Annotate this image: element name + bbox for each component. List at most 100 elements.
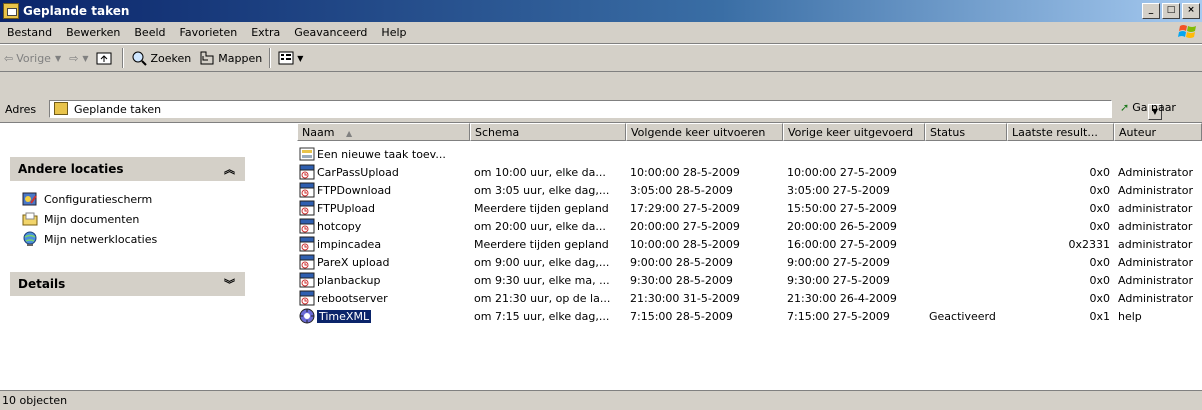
window-controls: _ □ × (1142, 3, 1200, 19)
column-auteur[interactable]: Auteur (1114, 123, 1202, 141)
scheduled-task-icon (299, 272, 315, 288)
control-panel-icon (22, 192, 37, 206)
scheduled-task-icon (299, 254, 315, 270)
menu-bestand[interactable]: Bestand (0, 26, 59, 39)
table-row[interactable]: impincadea Meerdere tijden gepland 10:00:0… (297, 235, 1202, 253)
task-name-cell[interactable]: PareX upload (297, 254, 470, 270)
collapse-chevron-icon[interactable]: ︽ (224, 161, 235, 177)
task-name-cell[interactable]: rebootserver (297, 290, 470, 306)
column-schema[interactable]: Schema (470, 123, 626, 141)
sort-ascending-icon: ▲ (345, 129, 353, 138)
menu-beeld[interactable]: Beeld (127, 26, 172, 39)
forward-button[interactable]: ⇨ ▼ (65, 47, 92, 69)
menu-bewerken[interactable]: Bewerken (59, 26, 127, 39)
table-row[interactable]: FTPDownload om 3:05 uur, elke dag,... 3:05… (297, 181, 1202, 199)
views-button[interactable]: ▼ (274, 47, 307, 69)
go-arrow-icon: ➚ (1120, 101, 1130, 114)
link-configuratiescherm[interactable]: Configuratiescherm (22, 189, 245, 209)
schedule-cell: om 10:00 uur, elke da... (474, 165, 606, 179)
task-name-cell[interactable]: impincadea (297, 236, 470, 252)
back-button[interactable]: ⇦ Vorige ▼ (0, 47, 65, 69)
result-cell: 0x0 (1089, 291, 1110, 305)
column-schema-label: Schema (475, 126, 520, 139)
column-vorige[interactable]: Vorige keer uitgevoerd (783, 123, 925, 141)
menu-geavanceerd[interactable]: Geavanceerd (287, 26, 374, 39)
details-header[interactable]: Details ︾ (10, 272, 245, 296)
column-status[interactable]: Status (925, 123, 1007, 141)
other-locations-title: Andere locaties (18, 162, 124, 176)
task-name-label: planbackup (317, 273, 381, 287)
column-status-label: Status (930, 126, 966, 139)
menu-favorieten[interactable]: Favorieten (173, 26, 245, 39)
next-run-cell: 9:00:00 28-5-2009 (630, 255, 733, 269)
column-result-label: Laatste result... (1012, 126, 1098, 139)
result-cell: 0x0 (1089, 255, 1110, 269)
task-name-cell[interactable]: planbackup (297, 272, 470, 288)
column-naam-label: Naam (302, 126, 335, 139)
task-name-cell[interactable]: CarPassUpload (297, 164, 470, 180)
link-configuratiescherm-label: Configuratiescherm (44, 192, 153, 206)
next-run-cell: 10:00:00 28-5-2009 (630, 237, 740, 251)
task-name-cell[interactable]: hotcopy (297, 218, 470, 234)
result-cell: 0x0 (1089, 273, 1110, 287)
task-name-cell[interactable]: FTPUpload (297, 200, 470, 216)
column-result[interactable]: Laatste result... (1007, 123, 1114, 141)
schedule-cell: om 21:30 uur, op de la... (474, 291, 611, 305)
table-row[interactable]: TimeXML om 7:15 uur, elke dag,... 7:15:00 … (297, 307, 1202, 325)
address-field[interactable]: Geplande taken ▼ (49, 100, 1162, 120)
column-naam[interactable]: Naam ▲ (297, 123, 470, 141)
table-row[interactable]: CarPassUpload om 10:00 uur, elke da... 10:… (297, 163, 1202, 181)
menu-extra[interactable]: Extra (244, 26, 287, 39)
table-row[interactable]: hotcopy om 20:00 uur, elke da... 20:00:00 … (297, 217, 1202, 235)
go-button[interactable]: ➚ Ga naar (1120, 101, 1176, 114)
task-name-cell[interactable]: Een nieuwe taak toev... (297, 146, 470, 162)
other-locations-header[interactable]: Andere locaties ︽ (10, 157, 245, 181)
windows-logo-icon (1178, 25, 1196, 38)
last-run-cell: 3:05:00 27-5-2009 (787, 183, 890, 197)
up-folder-button[interactable] (92, 47, 119, 69)
address-value: Geplande taken (74, 103, 162, 116)
maximize-button[interactable]: □ (1162, 3, 1180, 19)
scheduled-tasks-folder-icon (54, 102, 68, 115)
explorer-window: Geplande taken _ □ × Bestand Bewerken Be… (0, 0, 1202, 410)
author-cell: Administrator (1118, 165, 1193, 179)
forward-dropdown-icon[interactable]: ▼ (82, 54, 88, 63)
search-button[interactable]: Zoeken (127, 47, 195, 69)
next-run-cell: 20:00:00 27-5-2009 (630, 219, 740, 233)
expand-chevron-icon[interactable]: ︾ (224, 276, 235, 292)
network-places-icon (23, 231, 37, 246)
forward-arrow-icon: ⇨ (69, 51, 79, 65)
last-run-cell: 20:00:00 26-5-2009 (787, 219, 897, 233)
last-run-cell: 16:00:00 27-5-2009 (787, 237, 897, 251)
status-bar: 10 objecten (0, 390, 1202, 410)
close-button[interactable]: × (1182, 3, 1200, 19)
table-row[interactable]: FTPUpload Meerdere tijden gepland 17:29:00… (297, 199, 1202, 217)
minimize-button[interactable]: _ (1142, 3, 1160, 19)
author-cell: administrator (1118, 219, 1193, 233)
task-name-cell[interactable]: TimeXML (297, 308, 470, 324)
table-row[interactable]: rebootserver om 21:30 uur, op de la... 21:… (297, 289, 1202, 307)
column-volgende[interactable]: Volgende keer uitvoeren (626, 123, 783, 141)
task-name-cell[interactable]: FTPDownload (297, 182, 470, 198)
last-run-cell: 9:30:00 27-5-2009 (787, 273, 890, 287)
table-row[interactable]: planbackup om 9:30 uur, elke ma, ... 9:30:… (297, 271, 1202, 289)
status-cell: Geactiveerd (929, 309, 996, 323)
table-row[interactable]: PareX upload om 9:00 uur, elke dag,... 9:0… (297, 253, 1202, 271)
schedule-cell: Meerdere tijden gepland (474, 201, 609, 215)
task-name-label: impincadea (317, 237, 382, 251)
back-dropdown-icon[interactable]: ▼ (55, 54, 61, 63)
author-cell: help (1118, 309, 1142, 323)
folders-button[interactable]: Mappen (195, 47, 266, 69)
next-run-cell: 10:00:00 28-5-2009 (630, 165, 740, 179)
result-cell: 0x0 (1089, 183, 1110, 197)
schedule-cell: om 20:00 uur, elke da... (474, 219, 606, 233)
task-name-label: hotcopy (317, 219, 362, 233)
title-bar[interactable]: Geplande taken _ □ × (0, 0, 1202, 22)
link-mijn-documenten[interactable]: Mijn documenten (22, 209, 245, 229)
link-mijn-netwerklocaties[interactable]: Mijn netwerklocaties (22, 229, 245, 249)
last-run-cell: 9:00:00 27-5-2009 (787, 255, 890, 269)
author-cell: Administrator (1118, 291, 1193, 305)
table-row[interactable]: Een nieuwe taak toev... (297, 145, 1202, 163)
details-group: Details ︾ (10, 272, 245, 296)
menu-help[interactable]: Help (374, 26, 413, 39)
